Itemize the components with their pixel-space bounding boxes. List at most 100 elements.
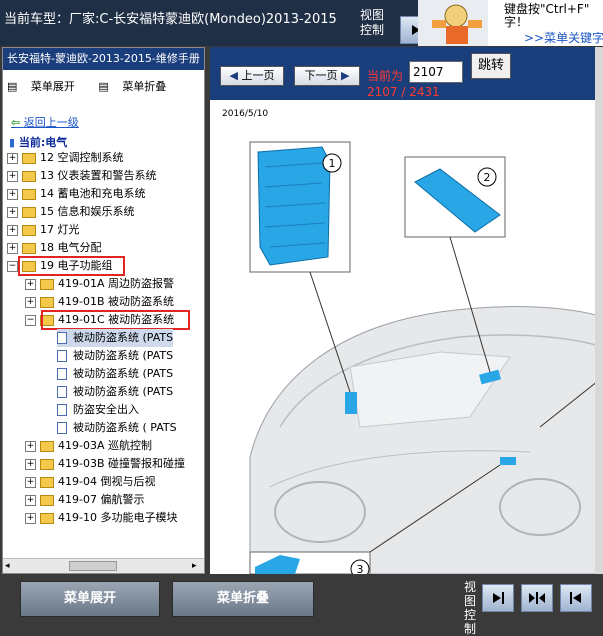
folder-icon (22, 170, 36, 182)
tree-item-label: 15 信息和娱乐系统 (40, 205, 135, 218)
expand-icon[interactable]: + (25, 296, 36, 308)
folder-icon (40, 458, 54, 470)
folder-icon (40, 440, 54, 452)
current-path-label: 当前:电气 (18, 136, 68, 149)
scroll-thumb[interactable] (69, 561, 117, 571)
tree-item-18[interactable]: +18 电气分配 (7, 239, 102, 257)
database-icon: ▮ (9, 136, 16, 149)
ad-link[interactable]: >>菜单关键字 (524, 29, 603, 46)
back-link[interactable]: ⇦ 返回上一级 (11, 114, 79, 130)
tree-doc-4[interactable]: 被动防盗系统 (PATS (57, 383, 173, 401)
tree-item-label: 13 仪表装置和警告系统 (40, 169, 157, 182)
tree-item-label: 419-01A 周边防盗报警 (58, 277, 174, 290)
highlight-box-419-01c (41, 310, 190, 330)
tree-item-label: 被动防盗系统 (PATS (73, 331, 174, 344)
arrow-right-icon: ▶ (341, 69, 350, 82)
folder-icon (40, 296, 54, 308)
tree-item-13[interactable]: +13 仪表装置和警告系统 (7, 167, 157, 185)
panel-left-icon (570, 592, 581, 604)
tree-item-419-04[interactable]: +419-04 倒视与后视 (25, 473, 155, 491)
top-bar: 当前车型：厂家:C-长安福特蒙迪欧(Mondeo)2013-2015 视图控制 … (0, 0, 603, 46)
view-control-label: 视图控制 (360, 8, 385, 37)
bottom-collapse-button[interactable]: 菜单折叠 (172, 581, 314, 617)
expand-icon[interactable]: + (7, 242, 18, 254)
collapse-icon[interactable]: − (25, 314, 36, 326)
tree-item-419-03b[interactable]: +419-03B 碰撞警报和碰撞 (25, 455, 185, 473)
expand-icon[interactable]: + (25, 476, 36, 488)
folder-icon (40, 512, 54, 524)
tree-item-label: 被动防盗系统 (PATS (73, 385, 174, 398)
tree-item-label: 被动防盗系统 (PATS (73, 367, 174, 380)
expand-icon[interactable]: + (7, 188, 18, 200)
expand-icon[interactable]: + (25, 278, 36, 290)
current-page-label: 当前为 (367, 69, 404, 83)
expand-icon[interactable]: + (25, 512, 36, 524)
tree-item-label: 419-03A 巡航控制 (58, 439, 152, 452)
tree-item-419-01a[interactable]: +419-01A 周边防盗报警 (25, 275, 174, 293)
tree-item-label: 14 蓄电池和充电系统 (40, 187, 146, 200)
tree-doc-5[interactable]: 防盗安全出入 (57, 401, 139, 419)
folder-icon (22, 188, 36, 200)
expand-icon[interactable]: + (25, 440, 36, 452)
next-page-label: 下一页 (304, 69, 338, 82)
expand-icon[interactable]: + (7, 152, 18, 164)
tree-doc-6[interactable]: 被动防盗系统 ( PATS (57, 419, 177, 437)
expand-icon[interactable]: + (25, 458, 36, 470)
document-date: 2016/5/10 (222, 109, 269, 119)
folder-icon (22, 242, 36, 254)
panel-split-icon (529, 592, 545, 604)
tree-item-419-07[interactable]: +419-07 偏航警示 (25, 491, 144, 509)
horizontal-scrollbar[interactable]: ◂ ▸ (3, 558, 204, 573)
collapse-icon[interactable]: − (7, 260, 18, 272)
view-left-panel-button[interactable] (560, 584, 592, 612)
car-model-label: 当前车型：厂家:C-长安福特蒙迪欧(Mondeo)2013-2015 (4, 12, 337, 27)
tree-item-17[interactable]: +17 灯光 (7, 221, 80, 239)
callout-number-2: 2 (484, 171, 491, 184)
highlight-box-19 (18, 256, 125, 276)
list-icon: ▤ (98, 80, 109, 93)
tree-item-label: 被动防盗系统 (PATS (73, 349, 174, 362)
scroll-right-icon[interactable]: ▸ (192, 561, 197, 571)
tree-item-12[interactable]: +12 空调控制系统 (7, 149, 124, 167)
folder-icon (40, 278, 54, 290)
jump-button[interactable]: 跳转 (471, 53, 511, 79)
tree-item-label: 419-07 偏航警示 (58, 493, 145, 506)
page-count: 2107 / 2431 (367, 85, 440, 99)
tree-doc-3[interactable]: 被动防盗系统 (PATS (57, 365, 173, 383)
tree-item-419-03a[interactable]: +419-03A 巡航控制 (25, 437, 152, 455)
tree-item-419-01b[interactable]: +419-01B 被动防盗系统 (25, 293, 174, 311)
expand-icon[interactable]: + (7, 224, 18, 236)
menu-toolbar: ▤ 菜单展开 ▤ 菜单折叠 (7, 78, 186, 94)
bottom-expand-button[interactable]: 菜单展开 (20, 581, 160, 617)
vertical-scrollbar[interactable] (595, 47, 603, 574)
expand-icon[interactable]: + (7, 170, 18, 182)
view-both-panels-button[interactable] (521, 584, 553, 612)
tree-item-label: 419-04 倒视与后视 (58, 475, 156, 488)
tree-doc-2[interactable]: 被动防盗系统 (PATS (57, 347, 173, 365)
vehicle-illustration: 1 2 3 (210, 127, 603, 579)
tree-item-label: 防盗安全出入 (73, 403, 139, 416)
tree-item-14[interactable]: +14 蓄电池和充电系统 (7, 185, 146, 203)
list-icon: ▤ (7, 80, 18, 93)
next-page-button[interactable]: 下一页 ▶ (294, 66, 360, 86)
tree-item-label: 被动防盗系统 ( PATS (73, 421, 177, 434)
expand-icon[interactable]: + (7, 206, 18, 218)
tree-item-15[interactable]: +15 信息和娱乐系统 (7, 203, 135, 221)
view-right-panel-button[interactable] (482, 584, 514, 612)
document-icon (57, 386, 67, 398)
tree-item-label: 419-01B 被动防盗系统 (58, 295, 175, 308)
page-number-input[interactable] (409, 61, 463, 83)
tree-doc-1[interactable]: 被动防盗系统 (PATS (57, 329, 174, 347)
ad-banner[interactable]: 键盘按"Ctrl+F" 字！ >>菜单关键字 (418, 0, 603, 46)
menu-expand-label: 菜单展开 (30, 80, 75, 93)
prev-page-button[interactable]: ◀ 上一页 (220, 66, 284, 86)
scroll-left-icon[interactable]: ◂ (5, 561, 10, 571)
module-highlight (345, 392, 357, 414)
menu-expand-link[interactable]: ▤ 菜单展开 (7, 80, 85, 93)
tree-item-419-10[interactable]: +419-10 多功能电子模块 (25, 509, 177, 527)
menu-collapse-link[interactable]: ▤ 菜单折叠 (98, 80, 176, 93)
document-viewer: ◀ 上一页 下一页 ▶ 当前为 跳转 2107 / 2431 2016/5/10… (210, 47, 603, 579)
tree-item-label: 12 空调控制系统 (40, 151, 124, 164)
expand-icon[interactable]: + (25, 494, 36, 506)
ad-text-line2: 字！ (504, 15, 529, 29)
